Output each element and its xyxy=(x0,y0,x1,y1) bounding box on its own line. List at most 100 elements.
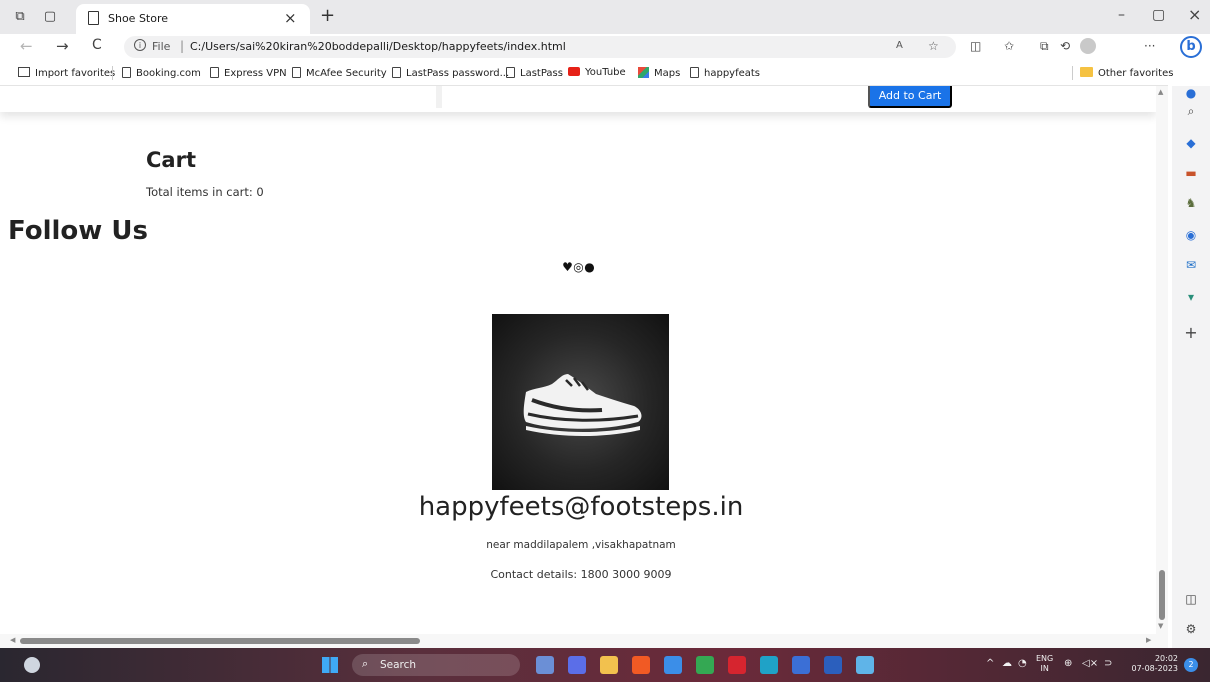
url-text[interactable]: C:/Users/sai%20kiran%20boddepalli/Deskto… xyxy=(190,40,566,53)
sneaker-icon xyxy=(523,374,642,436)
social-links: ♥◎● xyxy=(562,260,595,274)
extensions-icon[interactable]: ⟲ xyxy=(1060,39,1070,53)
word-icon[interactable] xyxy=(824,656,842,674)
favorite-happyfeats[interactable]: happyfeats xyxy=(690,67,760,79)
favorite-star-icon[interactable]: ☆ xyxy=(928,39,939,53)
refresh-button[interactable]: C xyxy=(92,37,102,53)
vertical-scroll-thumb[interactable] xyxy=(1159,570,1165,620)
read-aloud-icon[interactable]: A xyxy=(896,40,903,51)
minimize-button[interactable]: – xyxy=(1118,7,1125,23)
notification-badge[interactable]: 2 xyxy=(1184,658,1198,672)
notepad-icon[interactable] xyxy=(856,656,874,674)
favorite-label: LastPass xyxy=(520,68,563,79)
restore-button[interactable]: ▢ xyxy=(1152,7,1165,23)
collections-icon[interactable]: ⧉ xyxy=(1040,39,1049,54)
games-icon[interactable]: ♞ xyxy=(1184,196,1198,210)
browser-tab-bar: ⧉ ▢ Shoe Store × + – ▢ × xyxy=(0,0,1210,34)
mcafee-icon[interactable] xyxy=(728,656,746,674)
photos-icon[interactable] xyxy=(792,656,810,674)
horizontal-scrollbar[interactable]: ◀ ▶ xyxy=(0,634,1168,648)
scroll-down-icon[interactable]: ▼ xyxy=(1158,622,1163,630)
file-explorer-icon[interactable] xyxy=(600,656,618,674)
language-indicator[interactable]: ENG IN xyxy=(1036,654,1053,674)
brave-icon[interactable] xyxy=(632,656,650,674)
scroll-right-icon[interactable]: ▶ xyxy=(1146,636,1151,644)
outlook-icon[interactable]: ✉ xyxy=(1184,258,1198,272)
volume-icon[interactable]: ◁× xyxy=(1082,658,1098,669)
favorite-label: Booking.com xyxy=(136,68,201,79)
meet-icon[interactable] xyxy=(568,656,586,674)
forward-button[interactable]: → xyxy=(56,37,69,55)
more-menu-icon[interactable]: ··· xyxy=(1144,39,1155,53)
favorite-label: Maps xyxy=(654,68,681,79)
split-screen-icon[interactable]: ◫ xyxy=(970,39,981,53)
sidebar-search-icon[interactable]: ⌕ xyxy=(1184,104,1198,118)
drop-icon[interactable]: ▾ xyxy=(1184,290,1198,304)
page-icon xyxy=(690,67,699,78)
close-window-button[interactable]: × xyxy=(1188,5,1201,24)
battery-icon[interactable]: ⊃ xyxy=(1104,658,1112,669)
profile-avatar[interactable] xyxy=(1080,38,1096,54)
bing-copilot-icon[interactable]: b xyxy=(1180,36,1202,58)
favorite-maps[interactable]: Maps xyxy=(638,67,680,79)
tools-icon[interactable]: ▬ xyxy=(1184,166,1198,180)
widgets-icon[interactable] xyxy=(536,656,554,674)
facebook-icon[interactable]: ● xyxy=(584,260,595,274)
search-icon: ⌕ xyxy=(362,657,369,670)
clock[interactable]: 20:02 07-08-2023 xyxy=(1126,654,1179,674)
add-sidebar-app-icon[interactable]: + xyxy=(1184,325,1198,341)
scroll-up-icon[interactable]: ▲ xyxy=(1158,88,1163,96)
tab-actions-icon[interactable]: ▢ xyxy=(42,9,58,25)
sidebar-settings-icon[interactable]: ⚙ xyxy=(1184,622,1198,636)
product-card-strip xyxy=(0,86,1156,112)
favorite-mcafee[interactable]: McAfee Security xyxy=(292,67,387,79)
back-button[interactable]: ← xyxy=(20,37,33,55)
edge-icon[interactable] xyxy=(760,656,778,674)
favorite-import[interactable]: Import favorites xyxy=(18,67,115,79)
vertical-scrollbar[interactable]: ▲ ▼ xyxy=(1156,86,1168,634)
chrome-icon[interactable] xyxy=(696,656,714,674)
cart-total-text: Total items in cart: 0 xyxy=(146,185,264,199)
notifications-icon[interactable]: ● xyxy=(1184,86,1198,100)
tray-wifi-icon[interactable]: ◔ xyxy=(1018,658,1027,669)
horizontal-scroll-thumb[interactable] xyxy=(20,638,420,644)
tray-overflow-icon[interactable]: ^ xyxy=(986,658,994,669)
scroll-left-icon[interactable]: ◀ xyxy=(10,636,15,644)
favorite-express-vpn[interactable]: Express VPN xyxy=(210,67,287,79)
address-bar[interactable]: i File | C:/Users/sai%20kiran%20boddepal… xyxy=(124,36,956,58)
store-email: happyfeets@footsteps.in xyxy=(418,492,744,522)
favorite-booking[interactable]: Booking.com xyxy=(122,67,201,79)
search-label: Search xyxy=(380,659,417,671)
favorites-icon[interactable]: ✩ xyxy=(1004,39,1014,53)
page-viewport: Add to Cart Cart Total items in cart: 0 … xyxy=(0,86,1156,634)
weather-icon[interactable] xyxy=(24,657,40,673)
tab-title: Shoe Store xyxy=(108,12,169,25)
tray-globe-icon[interactable]: ⊕ xyxy=(1064,658,1072,669)
store-address: near maddilapalem ,visakhapatnam xyxy=(486,539,676,551)
favorite-youtube[interactable]: YouTube xyxy=(568,67,626,78)
taskbar-search[interactable]: ⌕ Search xyxy=(352,654,520,676)
region-code: IN xyxy=(1040,664,1049,673)
clock-date: 07-08-2023 xyxy=(1131,664,1179,673)
shopping-tag-icon[interactable]: ◆ xyxy=(1184,136,1198,150)
favorites-divider xyxy=(1072,66,1073,80)
tab-shoe-store[interactable]: Shoe Store × xyxy=(76,4,310,34)
add-to-cart-button[interactable]: Add to Cart xyxy=(868,86,952,108)
hide-sidebar-icon[interactable]: ◫ xyxy=(1184,592,1198,606)
office-icon[interactable]: ◉ xyxy=(1184,228,1198,242)
tab-close-icon[interactable]: × xyxy=(284,9,297,27)
twitter-icon[interactable]: ♥ xyxy=(562,260,573,274)
store-contact: Contact details: 1800 3000 9009 xyxy=(490,568,672,581)
tray-network-icon[interactable]: ☁ xyxy=(1002,658,1012,669)
favorite-lastpass-password[interactable]: LastPass password... xyxy=(392,67,509,79)
favorite-lastpass[interactable]: LastPass xyxy=(506,67,563,79)
workspaces-icon[interactable]: ⧉ xyxy=(12,9,28,25)
youtube-icon xyxy=(568,67,580,76)
new-tab-button[interactable]: + xyxy=(320,5,335,26)
other-favorites[interactable]: Other favorites xyxy=(1080,67,1173,79)
start-icon[interactable] xyxy=(322,657,338,673)
language-code: ENG xyxy=(1036,654,1054,663)
info-icon[interactable]: i xyxy=(134,39,146,51)
instagram-icon[interactable]: ◎ xyxy=(573,260,584,274)
store-icon[interactable] xyxy=(664,656,682,674)
